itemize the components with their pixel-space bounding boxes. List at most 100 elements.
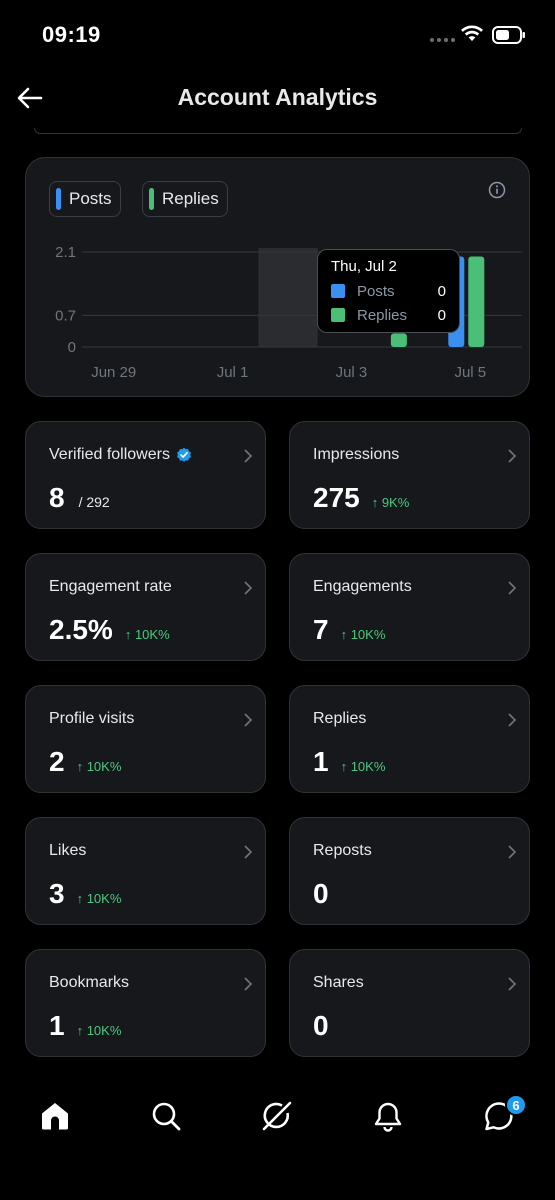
metric-change: ↑ 10K% [76,1023,122,1038]
grok-icon [262,1101,292,1131]
status-bar: 09:19 [0,0,555,70]
nav-grok[interactable] [249,1080,305,1152]
tooltip-row-replies: Replies 0 [331,303,446,327]
metric-label: Reposts [313,842,372,859]
metric-label: Engagements [313,578,412,595]
metric-card-reposts[interactable]: Reposts 0 [289,817,530,925]
tooltip-posts-label: Posts [357,282,395,300]
metric-value: 1 [313,746,329,777]
metric-label: Verified followers [49,446,170,463]
bar-replies [390,333,407,347]
metric-card-likes[interactable]: Likes 3 ↑ 10K% [25,817,266,925]
metric-value: 0 [313,878,329,909]
x-tick-label: Jun 29 [91,364,136,381]
chevron-right-icon [244,581,253,595]
chevron-right-icon [244,977,253,991]
metric-card-bookmarks[interactable]: Bookmarks 1 ↑ 10K% [25,949,266,1057]
chevron-right-icon [508,581,517,595]
metric-label-row: Verified followers [49,446,192,464]
nav-messages[interactable] [471,1080,527,1152]
metric-card-verified-followers[interactable]: Verified followers 8 / 292 [25,421,266,529]
tooltip-replies-label: Replies [357,306,408,324]
status-time: 09:19 [42,22,101,47]
metric-value-row: 3 ↑ 10K% [49,878,121,910]
cellular-signal-icon [430,38,455,42]
bar-replies [468,256,485,347]
x-tick-label: Jul 1 [217,364,249,381]
metric-change: ↑ 10K% [76,891,122,906]
nav-notifications[interactable] [360,1080,416,1152]
tooltip-posts-value: 0 [437,282,446,300]
metric-change: ↑ 10K% [340,759,386,774]
metric-value-row: 2 ↑ 10K% [49,746,121,778]
y-tick-label: 0.7 [55,307,76,324]
highlight-column [258,248,318,347]
metric-value: 8 [49,482,65,513]
tooltip-posts-swatch [331,284,345,298]
metric-value-row: 1 ↑ 10K% [313,746,385,778]
chevron-right-icon [244,845,253,859]
metric-value-row: 2.5% ↑ 10K% [49,614,170,646]
chevron-right-icon [508,713,517,727]
tooltip-row-posts: Posts 0 [331,279,446,303]
metric-label: Bookmarks [49,974,130,991]
metric-card-shares[interactable]: Shares 0 [289,949,530,1057]
home-icon [42,1103,68,1130]
messages-badge: 6 [505,1094,527,1116]
activity-chart-card: Posts Replies 2.1 0.7 0 Jun 29 Jul 1 Jul 3 Jul… [25,157,530,397]
chevron-right-icon [508,449,517,463]
search-icon [152,1102,181,1131]
metric-card-engagements[interactable]: Engagements 7 ↑ 10K% [289,553,530,661]
metric-value-row: 1 ↑ 10K% [49,1010,121,1042]
tooltip-date: Thu, Jul 2 [331,258,397,275]
metric-label: Likes [49,842,87,859]
metric-change: ↑ 9K% [371,495,410,510]
metric-total: / 292 [78,494,110,510]
metric-value: 3 [49,878,65,909]
wifi-icon [461,25,483,41]
metric-change: ↑ 10K% [124,627,170,642]
tooltip-replies-value: 0 [437,306,446,324]
chart-tooltip: Thu, Jul 2 Posts 0 Replies 0 [317,249,460,333]
nav-search[interactable] [138,1080,194,1152]
metric-value: 0 [313,1010,329,1041]
metric-card-replies[interactable]: Replies 1 ↑ 10K% [289,685,530,793]
metric-value-row: 8 / 292 [49,482,110,514]
chevron-right-icon [508,977,517,991]
y-tick-label: 0 [68,339,76,356]
app-header: Account Analytics [0,70,555,130]
metric-label: Impressions [313,446,400,463]
notifications-icon [374,1102,402,1132]
x-tick-label: Jul 3 [336,364,368,381]
metric-value-row: 0 [313,1010,329,1042]
bottom-navigation [0,1080,555,1152]
metric-value: 7 [313,614,329,645]
verified-badge-icon [177,447,191,462]
metric-label: Replies [313,710,367,727]
metric-card-impressions[interactable]: Impressions 275 ↑ 9K% [289,421,530,529]
metric-change: ↑ 10K% [340,627,386,642]
metric-change: ↑ 10K% [76,759,122,774]
metric-value: 2.5% [49,614,113,645]
metric-value: 2 [49,746,65,777]
y-tick-label: 2.1 [55,244,76,261]
metric-value: 1 [49,1010,65,1041]
collapsed-panel-edge [34,128,522,134]
metric-label: Profile visits [49,710,135,727]
x-tick-label: Jul 5 [454,364,486,381]
battery-icon [492,26,525,44]
chevron-right-icon [244,713,253,727]
chevron-right-icon [244,449,253,463]
page-title: Account Analytics [177,84,378,110]
metric-label: Engagement rate [49,578,172,595]
metric-label: Shares [313,974,364,991]
nav-home[interactable] [27,1080,83,1152]
metric-value-row: 275 ↑ 9K% [313,482,409,514]
metric-card-profile-visits[interactable]: Profile visits 2 ↑ 10K% [25,685,266,793]
metric-value: 275 [313,482,360,513]
tooltip-replies-swatch [331,308,345,322]
metric-value-row: 7 ↑ 10K% [313,614,385,646]
metric-card-engagement-rate[interactable]: Engagement rate 2.5% ↑ 10K% [25,553,266,661]
metric-value-row: 0 [313,878,329,910]
chevron-right-icon [508,845,517,859]
